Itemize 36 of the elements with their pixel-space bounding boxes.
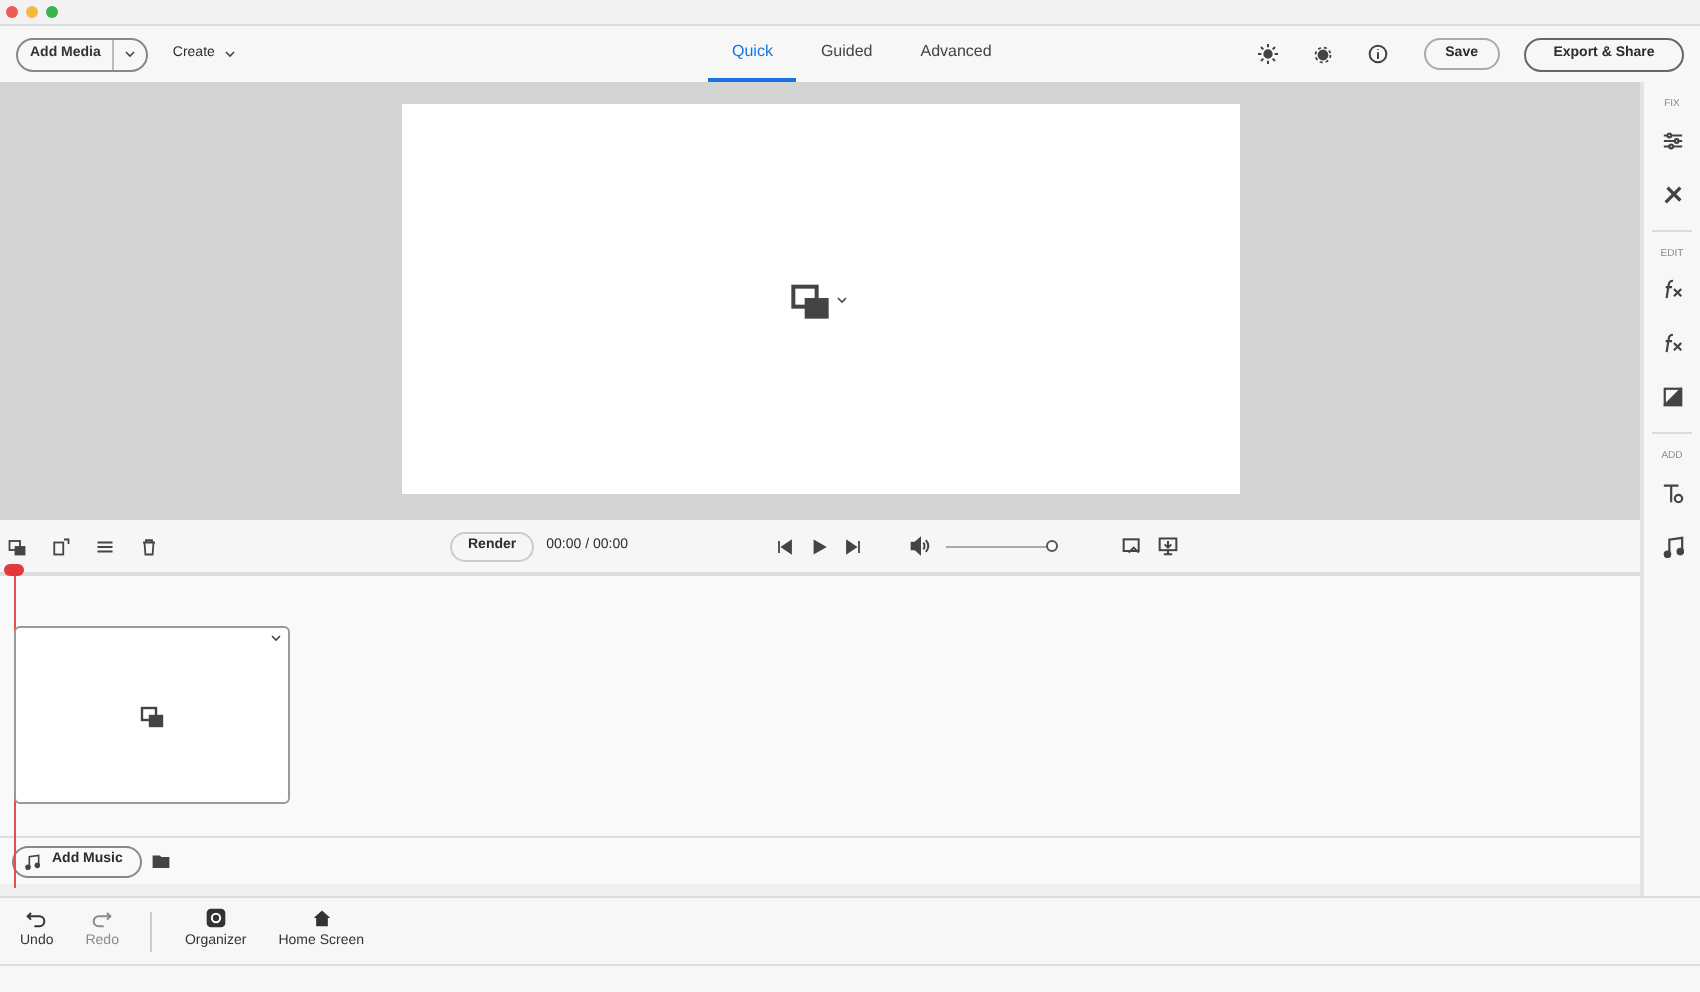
next-icon[interactable] [844,537,862,555]
delete-icon[interactable] [140,537,158,555]
folder-icon[interactable] [152,852,170,870]
volume-icon[interactable] [910,536,930,556]
volume-slider[interactable] [946,539,1058,553]
volume-thumb[interactable] [1046,540,1058,552]
fit-screen-icon[interactable] [1122,536,1142,556]
brightness-icon[interactable] [1257,44,1278,64]
effects-icon[interactable] [1661,278,1683,300]
mode-tab[interactable]: Guided [796,26,897,82]
add-clip-icon[interactable] [8,537,26,555]
play-icon[interactable] [810,537,828,555]
empty-clip-slot[interactable] [14,626,290,804]
organizer-icon[interactable] [205,908,226,929]
mode-tab[interactable]: Advanced [896,26,1016,82]
split-clip-icon[interactable] [52,537,70,555]
adjust-sliders-icon[interactable] [1661,129,1683,151]
info-icon[interactable] [1367,44,1388,64]
contrast-icon[interactable] [1661,386,1683,408]
add-media-icon[interactable] [790,279,830,319]
previous-icon[interactable] [776,537,794,555]
music-note-icon[interactable] [1661,535,1683,557]
settings-icon[interactable] [1313,45,1332,63]
add-text-icon[interactable] [1661,481,1683,503]
caret-icon[interactable] [834,291,850,307]
caret-icon[interactable] [268,630,284,646]
music-note-icon[interactable] [24,853,40,869]
fx-icon[interactable] [1661,332,1683,354]
add-media-icon[interactable] [140,703,164,727]
home-icon[interactable] [311,908,332,929]
caret-icon[interactable] [222,46,239,62]
fullscreen-icon[interactable] [1158,536,1178,556]
list-icon[interactable] [96,537,114,555]
undo-icon[interactable] [26,908,47,929]
playhead-handle[interactable] [4,564,24,576]
caret-icon[interactable] [122,46,139,62]
